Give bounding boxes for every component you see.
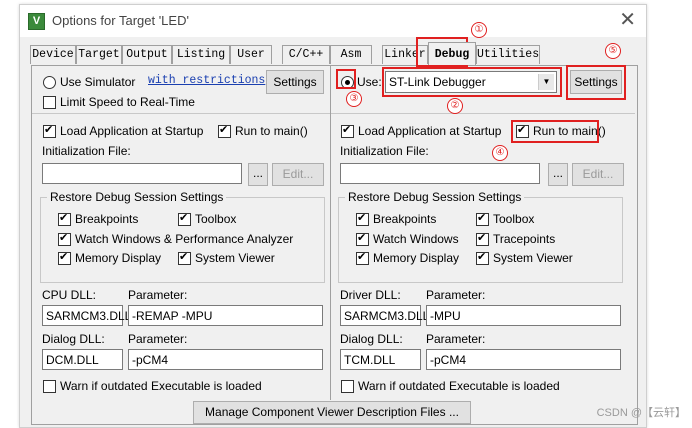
left-browse-button[interactable]: ... (248, 163, 268, 186)
cpu-param-input[interactable]: -REMAP -MPU (128, 305, 323, 326)
right-init-file-input[interactable] (340, 163, 540, 184)
tab-asm[interactable]: Asm (330, 45, 372, 64)
left-warn-label: Warn if outdated Executable is loaded (60, 379, 262, 393)
annotation-box-debugger-select (382, 67, 562, 97)
left-dialog-dll-label: Dialog DLL: (42, 332, 105, 346)
options-dialog: V Options for Target 'LED' ✕ Device Targ… (19, 4, 647, 428)
left-run-to-main-label: Run to main() (235, 124, 308, 138)
tab-output[interactable]: Output (122, 45, 172, 64)
left-memory-checkbox[interactable] (58, 250, 71, 265)
watermark: CSDN @【云轩】 (596, 407, 686, 419)
left-memory-label: Memory Display (75, 251, 162, 265)
tab-debug[interactable]: Debug (428, 42, 476, 65)
right-dialog-param-input[interactable]: -pCM4 (426, 349, 621, 370)
left-dialog-param-label: Parameter: (128, 332, 188, 346)
simulator-settings-button[interactable]: Settings (266, 70, 324, 94)
right-load-app-checkbox[interactable] (341, 123, 354, 138)
right-tracepoints-checkbox[interactable] (476, 231, 489, 246)
left-toolbox-label: Toolbox (195, 212, 237, 226)
left-load-app-label: Load Application at Startup (60, 124, 204, 138)
panel-divider (330, 65, 331, 400)
tab-user[interactable]: User (230, 45, 272, 64)
with-restrictions-link[interactable]: with restrictions (148, 74, 265, 87)
title-bar: V Options for Target 'LED' ✕ (20, 5, 646, 37)
left-warn-checkbox[interactable] (43, 380, 56, 393)
left-breakpoints-checkbox[interactable] (58, 211, 71, 226)
window-title: Options for Target 'LED' (52, 13, 189, 28)
left-edit-button[interactable]: Edit... (272, 163, 324, 186)
cpu-dll-input[interactable]: SARMCM3.DLL (42, 305, 131, 326)
cpu-dll-label: CPU DLL: (42, 288, 97, 302)
left-dialog-param-input[interactable]: -pCM4 (128, 349, 323, 370)
left-system-viewer-checkbox[interactable] (178, 250, 191, 265)
use-simulator-label: Use Simulator (60, 75, 136, 89)
left-restore-title: Restore Debug Session Settings (47, 190, 227, 204)
right-breakpoints-label: Breakpoints (373, 212, 437, 226)
use-label: Use: (357, 75, 382, 89)
keil-app-icon: V (28, 13, 45, 30)
right-dialog-dll-input[interactable]: TCM.DLL (340, 349, 421, 370)
right-watch-checkbox[interactable] (356, 231, 369, 246)
annotation-3: ③ (346, 91, 362, 107)
annotation-4: ④ (492, 145, 508, 161)
right-warn-label: Warn if outdated Executable is loaded (358, 379, 560, 393)
right-init-file-label: Initialization File: (340, 144, 429, 158)
tab-target[interactable]: Target (76, 45, 122, 64)
right-system-viewer-label: System Viewer (493, 251, 573, 265)
annotation-box-run-to-main (511, 120, 599, 143)
right-restore-title: Restore Debug Session Settings (345, 190, 525, 204)
left-separator (32, 113, 330, 114)
right-memory-checkbox[interactable] (356, 250, 369, 265)
tab-device[interactable]: Device (30, 45, 76, 64)
left-watch-label: Watch Windows & Performance Analyzer (75, 232, 294, 246)
cpu-param-label: Parameter: (128, 288, 188, 302)
right-edit-button[interactable]: Edit... (572, 163, 624, 186)
close-icon[interactable]: ✕ (619, 9, 636, 31)
tab-listing[interactable]: Listing (172, 45, 230, 64)
driver-dll-label: Driver DLL: (340, 288, 401, 302)
limit-speed-label: Limit Speed to Real-Time (60, 95, 195, 109)
manage-component-viewer-button[interactable]: Manage Component Viewer Description File… (193, 401, 471, 424)
limit-speed-checkbox[interactable] (43, 96, 56, 109)
annotation-5: ⑤ (605, 43, 621, 59)
right-tracepoints-label: Tracepoints (493, 232, 556, 246)
use-simulator-radio[interactable] (43, 76, 56, 89)
annotation-box-use-radio (336, 69, 356, 89)
driver-dll-input[interactable]: SARMCM3.DLL (340, 305, 429, 326)
left-init-file-label: Initialization File: (42, 144, 131, 158)
right-warn-checkbox[interactable] (341, 380, 354, 393)
left-run-to-main-checkbox[interactable] (218, 123, 231, 138)
right-load-app-label: Load Application at Startup (358, 124, 502, 138)
right-system-viewer-checkbox[interactable] (476, 250, 489, 265)
right-breakpoints-checkbox[interactable] (356, 211, 369, 226)
right-browse-button[interactable]: ... (548, 163, 568, 186)
right-toolbox-checkbox[interactable] (476, 211, 489, 226)
driver-param-input[interactable]: -MPU (426, 305, 621, 326)
left-watch-checkbox[interactable] (58, 231, 71, 246)
right-toolbox-label: Toolbox (493, 212, 535, 226)
right-separator (331, 113, 635, 114)
right-watch-label: Watch Windows (373, 232, 459, 246)
left-breakpoints-label: Breakpoints (75, 212, 139, 226)
annotation-1: ① (471, 22, 487, 38)
right-dialog-param-label: Parameter: (426, 332, 486, 346)
left-system-viewer-label: System Viewer (195, 251, 275, 265)
annotation-2: ② (447, 98, 463, 114)
left-dialog-dll-input[interactable]: DCM.DLL (42, 349, 123, 370)
left-init-file-input[interactable] (42, 163, 242, 184)
annotation-box-settings (566, 65, 626, 100)
right-dialog-dll-label: Dialog DLL: (340, 332, 403, 346)
tab-utilities[interactable]: Utilities (476, 45, 540, 64)
left-load-app-checkbox[interactable] (43, 123, 56, 138)
driver-param-label: Parameter: (426, 288, 486, 302)
tab-cpp[interactable]: C/C++ (282, 45, 330, 64)
right-memory-label: Memory Display (373, 251, 460, 265)
left-toolbox-checkbox[interactable] (178, 211, 191, 226)
